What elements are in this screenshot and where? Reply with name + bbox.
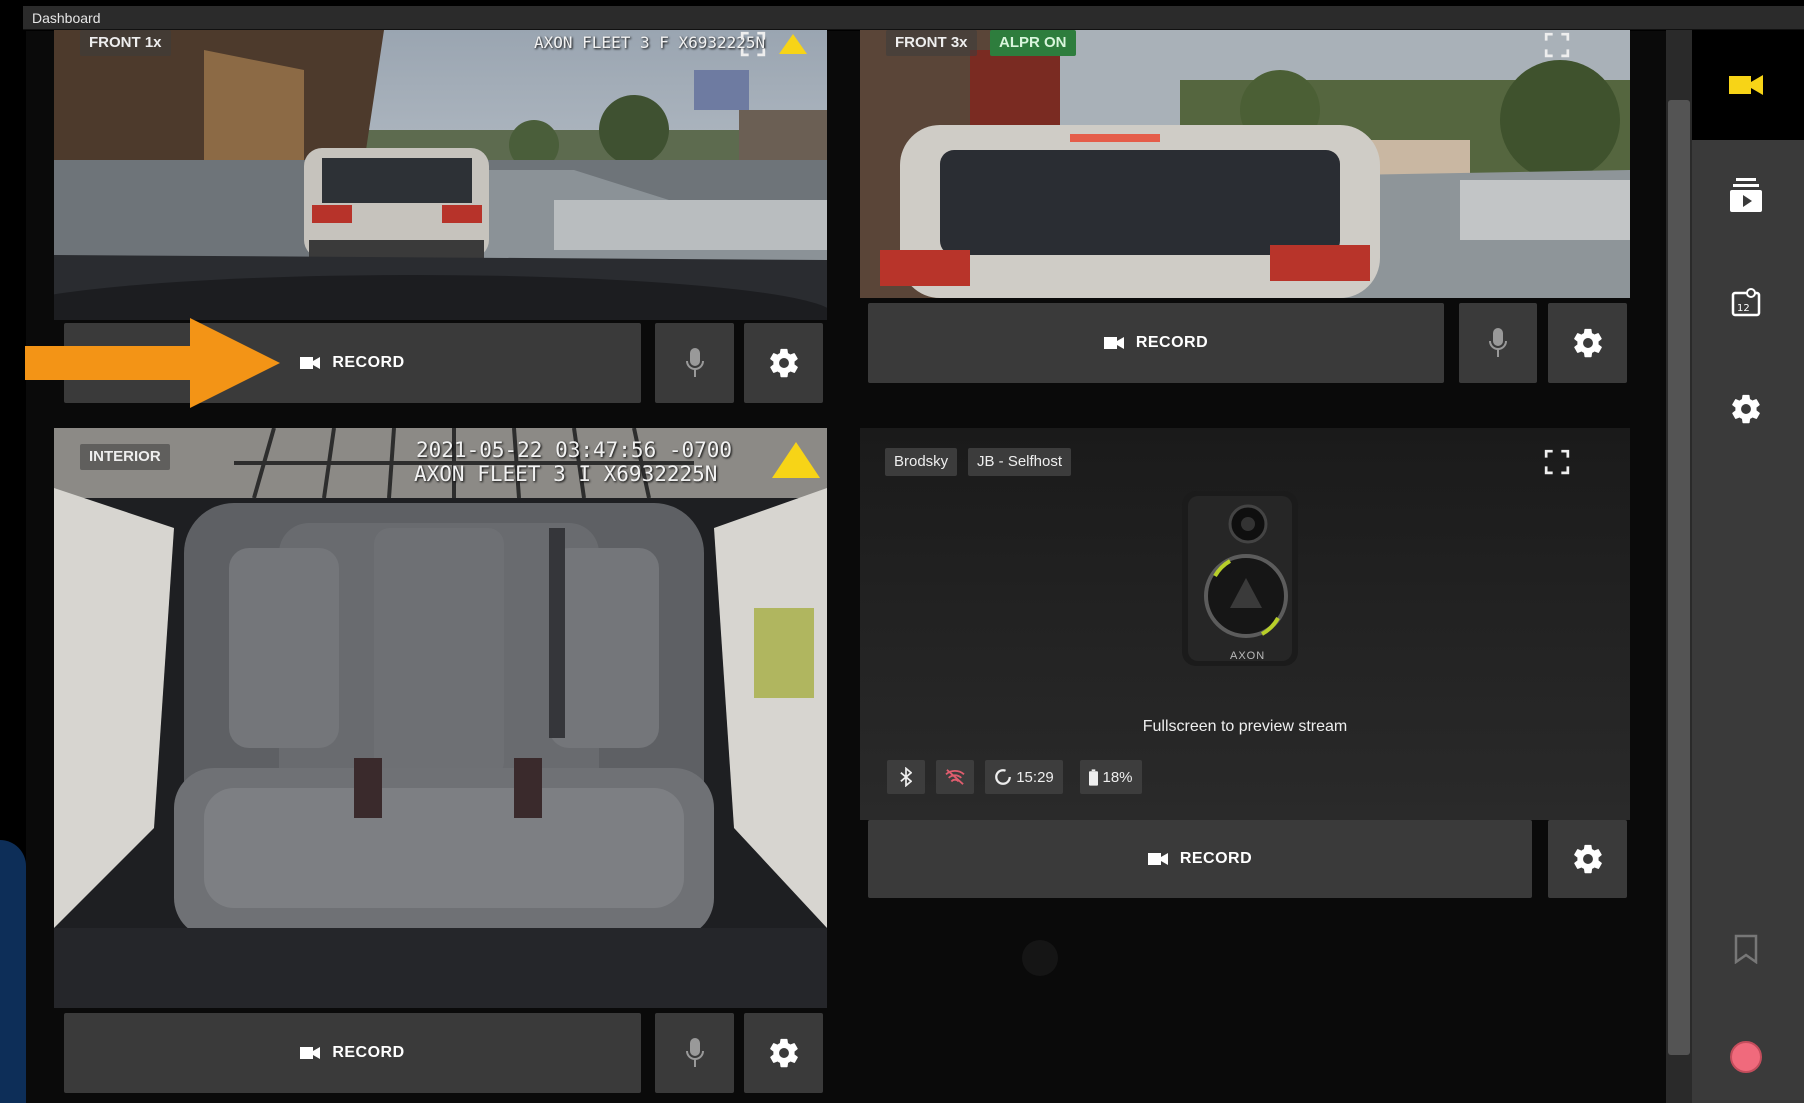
preview-hint: Fullscreen to preview stream (1142, 718, 1348, 735)
interior-mic-button[interactable] (655, 1013, 734, 1093)
rail-evidence-button[interactable]: 12 (1716, 272, 1776, 332)
bluetooth-icon (900, 767, 912, 787)
front3x-mic-button[interactable] (1459, 303, 1537, 383)
record-label: RECORD (1179, 850, 1253, 867)
bodycam-device-image (1170, 486, 1310, 676)
rail-settings-button[interactable] (1716, 379, 1776, 439)
camera-label: INTERIOR (80, 444, 170, 470)
desktop-accent (0, 840, 26, 1103)
interior-feed[interactable]: INTERIOR 2021-05-22 03:47:56 -0700 AXON … (54, 428, 827, 1008)
video-camera-icon (1103, 337, 1124, 349)
device-logo-text: AXON (1230, 650, 1266, 662)
axon-logo-icon (779, 34, 807, 54)
wifi-status (936, 760, 974, 794)
fullscreen-icon[interactable] (1544, 449, 1570, 475)
scrollbar-thumb[interactable] (1668, 100, 1690, 1055)
alpr-status-badge: ALPR ON (990, 30, 1076, 56)
video-camera-icon (300, 1047, 321, 1059)
microphone-icon (1489, 328, 1507, 357)
front3x-record-button[interactable]: RECORD (868, 303, 1444, 383)
record-label: RECORD (1135, 334, 1209, 351)
interior-scene (54, 428, 827, 1008)
evidence-icon: 12 (1731, 288, 1761, 317)
time-value: 15:29 (1016, 768, 1054, 786)
bodycam-agency-tag: JB - Selfhost (968, 448, 1072, 476)
front3x-settings-button[interactable] (1548, 303, 1627, 383)
bodycam-user-tag: Brodsky (885, 448, 958, 476)
svg-text:12: 12 (1737, 303, 1750, 314)
battery-value: 18% (1102, 768, 1133, 786)
rail-playback-button[interactable] (1716, 165, 1776, 225)
microphone-icon (685, 1038, 704, 1067)
video-camera-icon (1147, 853, 1168, 865)
interior-record-button[interactable]: RECORD (64, 1013, 641, 1093)
timer-icon (995, 769, 1012, 785)
camera-overlay-id: AXON FLEET 3 I X6932225N (414, 462, 718, 486)
camera-label: FRONT 3x (886, 30, 977, 56)
battery-status: 18% (1080, 760, 1142, 794)
recording-time-status: 15:29 (985, 760, 1063, 794)
gear-icon (769, 1038, 798, 1068)
camera-overlay-timestamp: 2021-05-22 03:47:56 -0700 (416, 438, 733, 462)
axon-logo-icon (772, 442, 820, 478)
front3x-scene (860, 30, 1630, 298)
record-label: RECORD (332, 354, 405, 371)
fullscreen-icon[interactable] (740, 31, 766, 57)
rail-record-indicator[interactable] (1716, 1027, 1776, 1087)
microphone-icon (685, 348, 704, 377)
front1x-scene (54, 30, 827, 320)
interior-settings-button[interactable] (744, 1013, 823, 1093)
front1x-settings-button[interactable] (744, 323, 823, 403)
fullscreen-icon[interactable] (1544, 32, 1570, 58)
camera-label: FRONT 1x (80, 30, 171, 56)
rail-camera-button[interactable] (1716, 55, 1776, 115)
window-titlebar: Dashboard (23, 6, 1804, 30)
front3x-feed[interactable]: FRONT 3x ALPR ON (860, 30, 1630, 298)
playback-icon (1730, 178, 1762, 212)
bluetooth-status (887, 760, 925, 794)
gear-icon (1573, 328, 1602, 358)
front1x-feed[interactable]: FRONT 1x AXON FLEET 3 F X6932225N (54, 30, 827, 320)
gear-icon (1573, 844, 1602, 874)
record-indicator-icon (1730, 1041, 1762, 1073)
gear-icon (769, 348, 798, 378)
wifi-off-icon (945, 769, 965, 785)
bodycam-settings-button[interactable] (1548, 820, 1627, 898)
faint-indicator (1022, 940, 1058, 976)
camera-overlay-id: AXON FLEET 3 F X6932225N (534, 33, 766, 52)
bodycam-record-button[interactable]: RECORD (868, 820, 1532, 898)
window-title: Dashboard (32, 10, 101, 26)
bookmark-icon (1734, 934, 1758, 964)
video-camera-icon (300, 357, 321, 369)
settings-icon (1732, 394, 1760, 424)
rail-bookmark-button[interactable] (1716, 919, 1776, 979)
front1x-mic-button[interactable] (655, 323, 734, 403)
annotation-arrow (25, 318, 280, 408)
battery-icon (1089, 768, 1099, 786)
record-label: RECORD (332, 1044, 405, 1061)
camera-icon (1729, 75, 1763, 95)
